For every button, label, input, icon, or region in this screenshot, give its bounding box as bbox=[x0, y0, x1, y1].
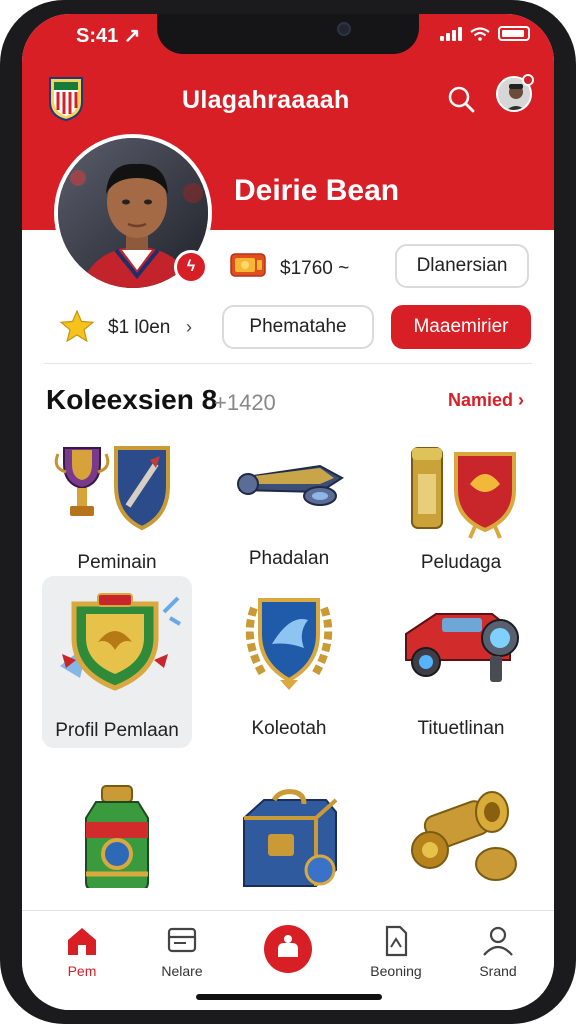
collection-item[interactable]: Tituetlinan bbox=[386, 576, 536, 748]
flame-icon: ϟ bbox=[174, 250, 208, 284]
nav-profile[interactable]: Srand bbox=[458, 911, 538, 991]
home-icon bbox=[68, 928, 96, 955]
collection-item-label: Peludaga bbox=[420, 552, 502, 573]
red-vehicle-icon bbox=[405, 613, 519, 682]
notch bbox=[157, 14, 419, 54]
player-name: Deirie Bean bbox=[234, 174, 400, 207]
notification-dot bbox=[522, 74, 534, 86]
status-time: S:41 ↗ bbox=[76, 25, 141, 47]
center-action-button[interactable] bbox=[264, 925, 312, 973]
treasure-chest-icon bbox=[243, 789, 338, 887]
personal-button[interactable]: Phematahe bbox=[222, 305, 374, 349]
trophy-shield-icon bbox=[54, 446, 170, 531]
golden-cannon-icon bbox=[411, 791, 517, 881]
collection-item[interactable]: Peludaga bbox=[386, 426, 536, 598]
rocket-icon bbox=[237, 464, 344, 506]
app-title: Ulagahraaaah bbox=[182, 86, 350, 114]
collection-item[interactable]: Phadalan bbox=[214, 426, 364, 598]
collection-item-label: Tituetlinan bbox=[417, 718, 505, 739]
collection-item-label: Profil Pemlaan bbox=[55, 720, 179, 741]
nav-documents[interactable]: Beoning bbox=[356, 911, 436, 991]
scroll-shield-icon bbox=[411, 447, 516, 539]
wifi-icon bbox=[470, 26, 490, 41]
signal-icon bbox=[440, 26, 462, 41]
collection-item-label: Phadalan bbox=[248, 548, 330, 569]
collection-item-selected[interactable]: Profil Pemlaan bbox=[42, 576, 192, 748]
emblem-shield-icon bbox=[60, 593, 182, 691]
battery-icon bbox=[498, 26, 530, 41]
nav-cards[interactable]: Nelare bbox=[142, 911, 222, 991]
collection-item-label: Koleotah bbox=[251, 718, 327, 739]
app-screen: S:41 ↗ Ulagahraaaah ϟ Deirie Bean $1760 … bbox=[22, 14, 554, 1010]
potion-bottle-icon bbox=[85, 785, 149, 888]
collection-item[interactable]: Peminain bbox=[42, 426, 192, 598]
laurel-shield-icon bbox=[245, 598, 333, 690]
collection-count: +1420 bbox=[214, 390, 276, 415]
home-indicator bbox=[196, 994, 382, 1000]
nav-home-label: Pem bbox=[67, 963, 97, 979]
chevron-right-icon[interactable]: › bbox=[186, 317, 192, 338]
card-icon bbox=[167, 927, 197, 953]
user-icon bbox=[483, 926, 513, 956]
see-all-label: Namied bbox=[448, 390, 514, 410]
star-balance: $1 l0en bbox=[108, 317, 171, 338]
nav-cards-label: Nelare bbox=[161, 963, 203, 979]
diamond-button[interactable]: Dlanersian bbox=[395, 244, 529, 288]
nav-documents-label: Beoning bbox=[370, 963, 422, 979]
center-action-icon bbox=[278, 935, 298, 957]
star-icon bbox=[60, 310, 94, 342]
collection-item[interactable]: Koleotah bbox=[214, 576, 364, 748]
collection-title: Koleexsien 8 bbox=[46, 384, 218, 415]
coin-balance: $1760 ~ bbox=[280, 258, 350, 279]
coin-icon bbox=[230, 253, 266, 277]
collection-item-label: Peminain bbox=[77, 552, 157, 573]
phone-frame: S:41 ↗ Ulagahraaaah ϟ Deirie Bean $1760 … bbox=[0, 0, 576, 1024]
see-all-link[interactable]: Namied › bbox=[448, 390, 524, 411]
document-icon bbox=[385, 925, 408, 957]
divider bbox=[44, 363, 532, 364]
primary-button[interactable]: Maaemirier bbox=[391, 305, 531, 349]
camera-icon bbox=[337, 22, 351, 36]
search-icon[interactable] bbox=[446, 84, 476, 114]
nav-profile-label: Srand bbox=[479, 963, 517, 979]
status-icons bbox=[440, 26, 530, 41]
club-logo-icon bbox=[49, 77, 83, 122]
nav-home[interactable]: Pem bbox=[42, 911, 122, 991]
